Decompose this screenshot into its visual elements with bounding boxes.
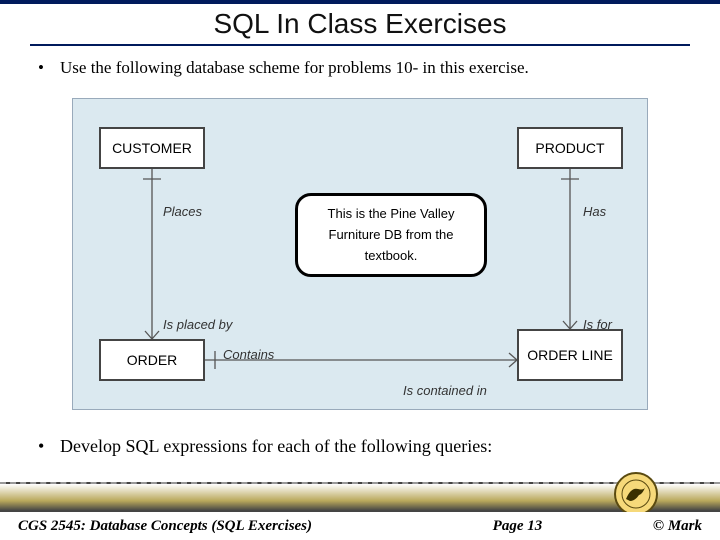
rel-has: Has [583, 204, 606, 219]
entity-order: ORDER [99, 339, 205, 381]
pegasus-icon [621, 479, 651, 509]
footer-gradient [0, 482, 720, 512]
entity-orderline: ORDER LINE [517, 329, 623, 381]
footer-course: CGS 2545: Database Concepts (SQL Exercis… [18, 518, 312, 535]
top-border [0, 0, 720, 4]
rel-contains: Contains [223, 347, 274, 362]
er-diagram-panel: CUSTOMER PRODUCT ORDER ORDER LINE Places… [72, 98, 648, 410]
note-line-3: textbook. [308, 248, 474, 263]
footer-page: Page 13 [382, 518, 653, 535]
title-underline [30, 44, 690, 46]
intro-bullet: Use the following database scheme for pr… [60, 58, 690, 78]
note-line-1: This is the Pine Valley [308, 206, 474, 221]
note-box: This is the Pine Valley Furniture DB fro… [295, 193, 487, 277]
rel-places: Places [163, 204, 202, 219]
rel-is-contained-in: Is contained in [403, 383, 487, 398]
entity-product: PRODUCT [517, 127, 623, 169]
rel-is-for: Is for [583, 317, 612, 332]
page-title: SQL In Class Exercises [0, 8, 720, 40]
rel-is-placed-by: Is placed by [163, 317, 232, 332]
note-line-2: Furniture DB from the [308, 227, 474, 242]
entity-customer: CUSTOMER [99, 127, 205, 169]
footer-bar: CGS 2545: Database Concepts (SQL Exercis… [0, 512, 720, 540]
footer-copyright: © Mark [653, 518, 702, 535]
university-logo [614, 472, 658, 516]
task-bullet: Develop SQL expressions for each of the … [60, 436, 690, 457]
